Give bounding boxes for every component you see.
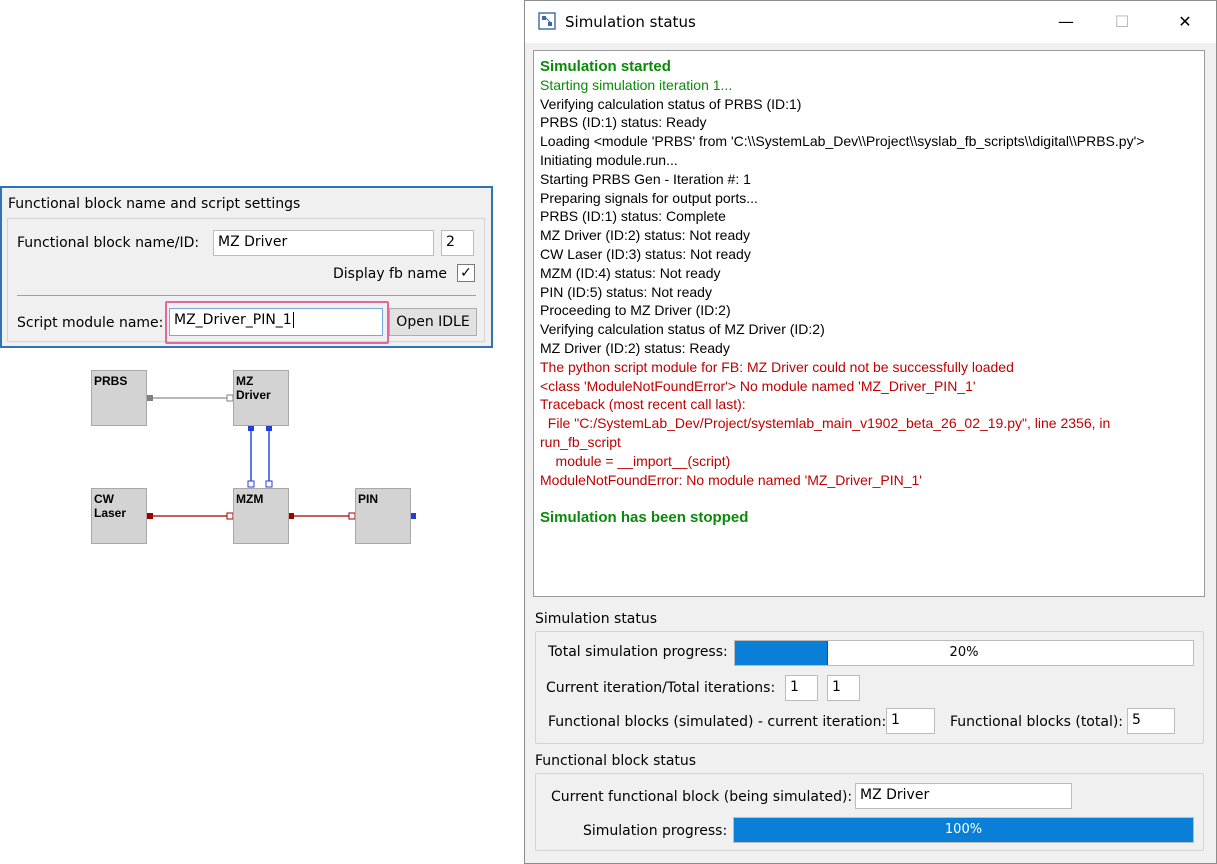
log-line: File "C:/SystemLab_Dev/Project/systemlab… <box>540 415 1111 432</box>
total-progress-text: 20% <box>949 645 979 660</box>
log-line: PRBS (ID:1) status: Ready <box>540 114 707 131</box>
port-mzm-in-1[interactable] <box>247 480 255 488</box>
log-line: run_fb_script <box>540 434 621 450</box>
block-diagram <box>147 394 416 520</box>
sim-status-section-title: Simulation status <box>535 611 658 627</box>
log-line: Initiating module.run... <box>540 152 678 168</box>
current-fb-field[interactable]: MZ Driver <box>855 783 1072 809</box>
fb-simulated-label: Functional blocks (simulated) - current … <box>548 714 887 730</box>
port-mzm-in-2[interactable] <box>265 480 273 488</box>
log-line: CW Laser (ID:3) status: Not ready <box>540 246 751 262</box>
sim-progress-label: Simulation progress: <box>583 823 728 839</box>
log-line: Loading <module 'PRBS' from 'C:\\SystemL… <box>540 133 1145 150</box>
total-progress-label: Total simulation progress: <box>548 644 728 660</box>
sim-status-group: Total simulation progress: 20% Current i… <box>535 631 1204 744</box>
log-line: Preparing signals for output ports... <box>540 189 758 206</box>
title-bar[interactable]: Simulation status — ☐ ✕ <box>525 1 1216 43</box>
total-progress-bar: 20% <box>734 640 1194 666</box>
log-line: Simulation has been stopped <box>540 509 749 527</box>
fb-total-field[interactable]: 5 <box>1127 708 1175 734</box>
log-line: MZ Driver (ID:2) status: Not ready <box>540 227 751 244</box>
fb-simulated-field[interactable]: 1 <box>886 708 935 734</box>
log-line: MZ Driver (ID:2) status: Ready <box>540 340 730 356</box>
maximize-button[interactable]: ☐ <box>1108 9 1136 35</box>
fb-progress-bar: 100% <box>733 817 1194 843</box>
block-cw-laser[interactable]: CW Laser <box>91 488 147 544</box>
block-prbs[interactable]: PRBS <box>91 370 147 426</box>
fb-status-section-title: Functional block status <box>535 753 697 769</box>
log-line: ModuleNotFoundError: No module named 'MZ… <box>540 471 922 488</box>
log-line: Proceeding to MZ Driver (ID:2) <box>540 302 731 319</box>
iteration-label: Current iteration/Total iterations: <box>546 680 776 696</box>
port-laser-out[interactable] <box>147 513 153 519</box>
log-line: Starting simulation iteration 1... <box>540 76 733 93</box>
log-line: The python script module for FB: MZ Driv… <box>540 358 1014 375</box>
log-line: PRBS (ID:1) status: Complete <box>540 208 726 225</box>
simulation-log[interactable]: Simulation started Starting simulation it… <box>533 50 1205 597</box>
fb-total-label: Functional blocks (total): <box>950 714 1124 730</box>
log-line: Verifying calculation status of PRBS (ID… <box>540 95 802 112</box>
log-line: PIN (ID:5) status: Not ready <box>540 283 712 300</box>
log-line: MZM (ID:4) status: Not ready <box>540 264 721 281</box>
app-icon <box>538 12 556 30</box>
window-title: Simulation status <box>565 13 696 31</box>
minimize-button[interactable]: — <box>1052 9 1080 35</box>
total-iterations-field[interactable]: 1 <box>827 675 860 701</box>
log-line: Simulation started <box>540 58 671 75</box>
port-prbs-out[interactable] <box>147 395 153 401</box>
fb-progress-text: 100% <box>944 822 983 837</box>
fb-status-group: Current functional block (being simulate… <box>535 773 1204 851</box>
block-mz-driver[interactable]: MZ Driver <box>233 370 289 426</box>
simulation-status-window: Simulation status — ☐ ✕ Simulation start… <box>524 0 1217 864</box>
current-fb-label: Current functional block (being simulate… <box>551 789 853 805</box>
close-button[interactable]: ✕ <box>1171 9 1199 35</box>
log-line: Starting PRBS Gen - Iteration #: 1 <box>540 170 751 187</box>
current-iteration-field[interactable]: 1 <box>785 675 818 701</box>
log-line: module = __import__(script) <box>540 452 731 469</box>
log-line: Traceback (most recent call last): <box>540 396 746 413</box>
log-line: Verifying calculation status of MZ Drive… <box>540 321 825 338</box>
block-mzm[interactable]: MZM <box>233 488 289 544</box>
log-line: <class 'ModuleNotFoundError'> No module … <box>540 377 976 394</box>
block-pin[interactable]: PIN <box>355 488 411 544</box>
